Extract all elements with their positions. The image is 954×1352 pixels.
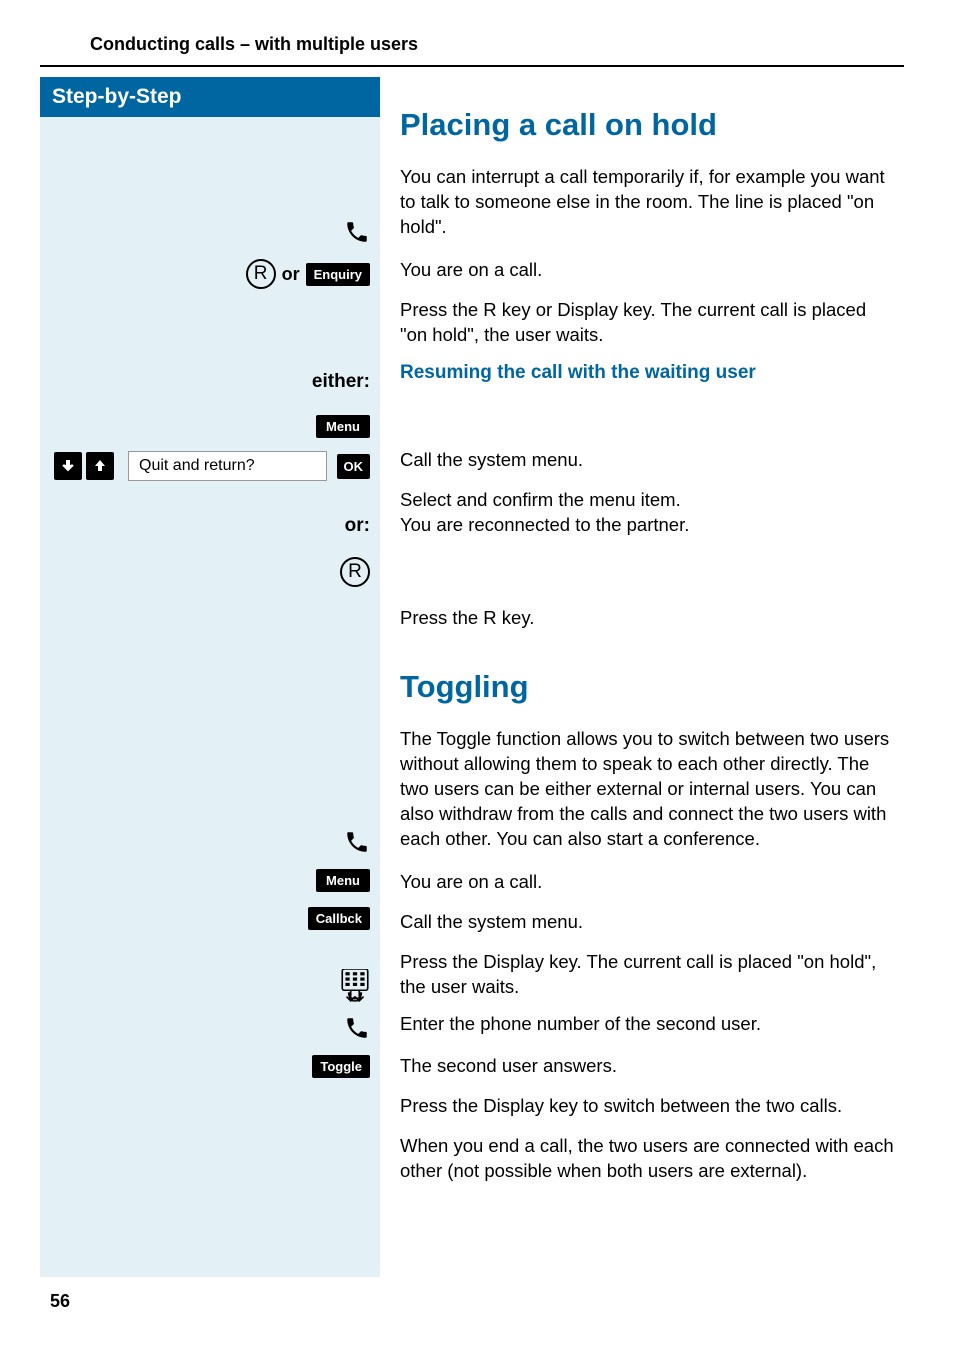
r-key-icon: R — [246, 259, 276, 289]
section1-intro: You can interrupt a call temporarily if,… — [400, 165, 894, 240]
section1-step3: Call the system menu. — [400, 448, 894, 473]
phone-icon — [344, 219, 370, 245]
callbck-key: Callbck — [308, 907, 370, 930]
section2-step4: Enter the phone number of the second use… — [400, 1012, 894, 1037]
section2-step6: Press the Display key to switch between … — [400, 1094, 894, 1119]
section2-step3: Press the Display key. The current call … — [400, 950, 894, 1000]
sidebar: Step-by-Step R or Enquiry either: Menu — [40, 77, 380, 1277]
r-key-icon-2: R — [340, 557, 370, 587]
section1-step5: Press the R key. — [400, 606, 894, 631]
page-number: 56 — [50, 1291, 70, 1312]
menu-key: Menu — [316, 415, 370, 438]
r-key-row: R — [340, 557, 370, 587]
either-label: either: — [312, 371, 370, 393]
menu-key-row: Menu — [316, 415, 370, 438]
callbck-key-row: Callbck — [308, 907, 370, 930]
down-arrow-key — [54, 452, 82, 480]
display-quit-return: Quit and return? — [128, 451, 327, 481]
phone-icon — [344, 829, 370, 855]
section2-step1: You are on a call. — [400, 870, 894, 895]
section1-step1: You are on a call. — [400, 258, 894, 283]
enquiry-key: Enquiry — [306, 263, 370, 286]
section1-step2: Press the R key or Display key. The curr… — [400, 298, 894, 348]
menu-key-2: Menu — [316, 869, 370, 892]
section2-step7: When you end a call, the two users are c… — [400, 1134, 894, 1184]
section2-intro: The Toggle function allows you to switch… — [400, 727, 894, 852]
sidebar-title: Step-by-Step — [40, 77, 380, 117]
keypad-icon — [340, 969, 370, 1003]
phone-icon-row-2 — [344, 829, 370, 855]
section2-title: Toggling — [400, 669, 894, 705]
section1-title: Placing a call on hold — [400, 107, 894, 143]
nav-row: Quit and return? OK — [54, 451, 370, 481]
page-header: Conducting calls – with multiple users — [40, 0, 904, 67]
phone-icon-row — [344, 219, 370, 245]
phone-icon-row-3 — [344, 1015, 370, 1041]
main-content: Placing a call on hold You can interrupt… — [380, 77, 954, 1277]
section2-step2: Call the system menu. — [400, 910, 894, 935]
section2-step5: The second user answers. — [400, 1054, 894, 1079]
content: Step-by-Step R or Enquiry either: Menu — [0, 77, 954, 1277]
phone-icon — [344, 1015, 370, 1041]
keypad-icon-row — [340, 969, 370, 1003]
ok-key: OK — [337, 454, 371, 479]
toggle-key: Toggle — [312, 1055, 370, 1078]
menu-key-row-2: Menu — [316, 869, 370, 892]
section1-step4b: You are reconnected to the partner. — [400, 513, 894, 538]
r-enquiry-row: R or Enquiry — [246, 259, 370, 289]
up-arrow-key — [86, 452, 114, 480]
section1-subheading: Resuming the call with the waiting user — [400, 362, 894, 384]
toggle-key-row: Toggle — [312, 1055, 370, 1078]
or-label: or: — [345, 515, 370, 537]
section1-step4a: Select and confirm the menu item. — [400, 488, 894, 513]
header-title: Conducting calls – with multiple users — [90, 34, 854, 55]
or-text: or — [282, 264, 300, 285]
